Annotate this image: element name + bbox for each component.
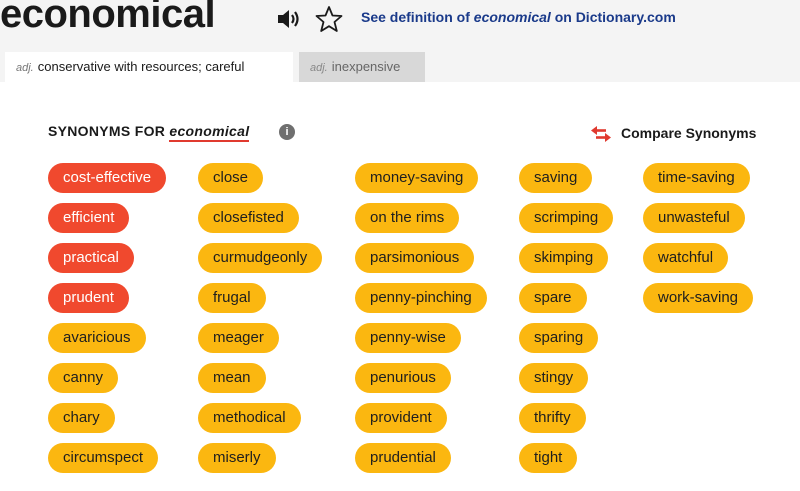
synonym-pill[interactable]: parsimonious (355, 243, 475, 273)
speaker-icon[interactable] (276, 8, 302, 30)
synonym-pill[interactable]: miserly (198, 443, 276, 473)
star-icon[interactable] (315, 5, 343, 33)
link-suffix: on Dictionary.com (550, 9, 676, 25)
synonym-pill[interactable]: chary (48, 403, 115, 433)
synonym-pill[interactable]: prudent (48, 283, 129, 313)
tab-label: inexpensive (331, 59, 401, 74)
synonyms-heading: SYNONYMS FOR economical (48, 123, 250, 142)
synonym-pill[interactable]: skimping (519, 243, 609, 273)
link-prefix: See definition of (361, 9, 474, 25)
synonym-pill[interactable]: frugal (198, 283, 266, 313)
headword-title: economical (0, 0, 216, 36)
synonym-pill[interactable]: thrifty (519, 403, 586, 433)
tab-pos-label: adj. (310, 62, 328, 74)
synonym-pill[interactable]: sparing (519, 323, 599, 353)
tab-inexpensive[interactable]: adj. inexpensive (299, 52, 425, 82)
synonym-pill[interactable]: time-saving (643, 163, 750, 193)
synonym-pill[interactable]: practical (48, 243, 134, 273)
synonym-pill[interactable]: tight (519, 443, 578, 473)
info-icon[interactable]: i (279, 124, 295, 140)
synonym-pill[interactable]: spare (519, 283, 587, 313)
synonym-pill[interactable]: avaricious (48, 323, 146, 353)
synonym-pill[interactable]: curmudgeonly (198, 243, 323, 273)
compare-synonyms-link[interactable]: Compare Synonyms (621, 125, 756, 141)
synonym-pill[interactable]: circumspect (48, 443, 159, 473)
synonym-pill[interactable]: scrimping (519, 203, 614, 233)
synonym-pill[interactable]: work-saving (643, 283, 754, 313)
synonym-pill[interactable]: stingy (519, 363, 589, 393)
dictionary-definition-link[interactable]: See definition of economical on Dictiona… (361, 9, 676, 25)
synonym-pill[interactable]: on the rims (355, 203, 460, 233)
synonym-pill[interactable]: canny (48, 363, 119, 393)
link-word: economical (473, 9, 551, 25)
synonym-pill[interactable]: closefisted (198, 203, 299, 233)
synonym-pill[interactable]: cost-effective (48, 163, 167, 193)
synonym-pill[interactable]: mean (198, 363, 266, 393)
synonym-pill[interactable]: close (198, 163, 264, 193)
tab-label: conservative with resources; careful (37, 59, 245, 74)
synonym-pill[interactable]: meager (198, 323, 279, 353)
synonym-pill[interactable]: penurious (355, 363, 451, 393)
synonym-pill[interactable]: prudential (355, 443, 451, 473)
synonym-pill[interactable]: watchful (643, 243, 729, 273)
synonyms-heading-prefix: SYNONYMS FOR (48, 123, 170, 139)
synonyms-heading-word: economical (169, 123, 250, 142)
synonym-pill[interactable]: money-saving (355, 163, 479, 193)
tab-conservative-careful[interactable]: adj. conservative with resources; careful (5, 52, 293, 82)
synonym-pill[interactable]: efficient (48, 203, 130, 233)
synonym-pill[interactable]: penny-pinching (355, 283, 487, 313)
synonym-pill[interactable]: unwasteful (643, 203, 745, 233)
compare-arrows-icon[interactable] (590, 125, 612, 143)
synonym-pill[interactable]: penny-wise (355, 323, 461, 353)
synonym-pill[interactable]: methodical (198, 403, 301, 433)
synonym-pill[interactable]: saving (519, 163, 593, 193)
tab-pos-label: adj. (16, 62, 34, 74)
synonym-pill[interactable]: provident (355, 403, 447, 433)
